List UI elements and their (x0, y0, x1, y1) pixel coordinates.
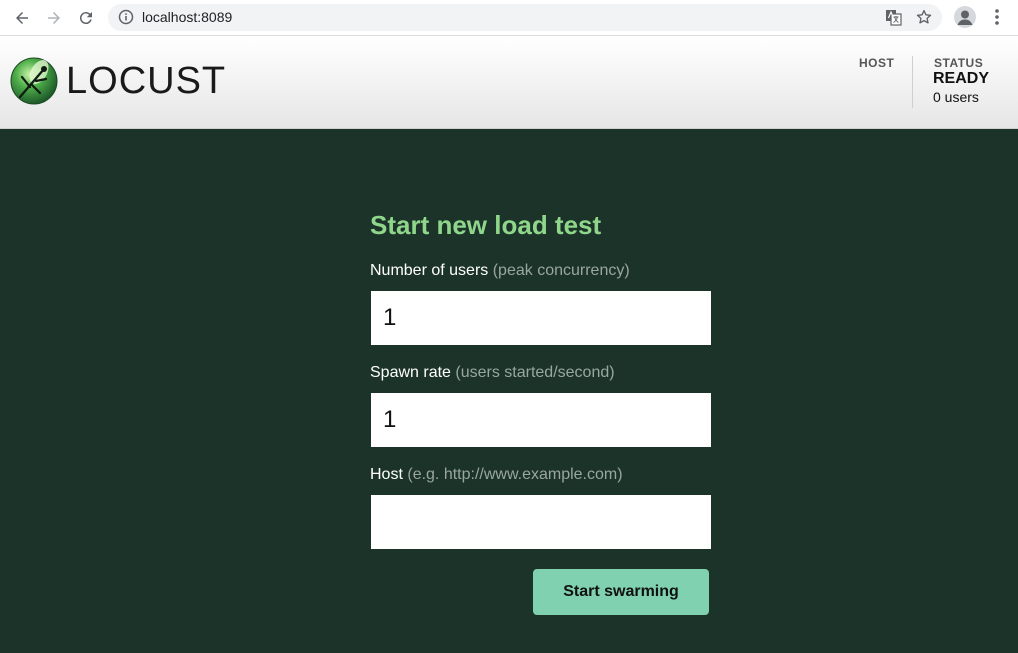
app-logo-text: LOCUST (66, 60, 227, 102)
menu-dots-icon[interactable] (988, 8, 1006, 28)
host-input[interactable] (371, 495, 711, 549)
host-label: HOST (859, 56, 895, 70)
host-label-text: Host (370, 466, 403, 483)
locust-logo-icon (10, 57, 58, 105)
start-swarming-button[interactable]: Start swarming (533, 569, 709, 615)
users-field-label: Number of users (peak concurrency) (370, 262, 630, 280)
spawn-rate-field-label: Spawn rate (users started/second) (370, 364, 615, 382)
users-label-hint: (peak concurrency) (492, 262, 630, 279)
bookmark-star-icon[interactable] (915, 8, 933, 26)
app-header: LOCUST HOST STATUS READY 0 users (0, 36, 1018, 129)
reload-icon[interactable] (74, 6, 98, 30)
status-label: STATUS (934, 56, 984, 70)
users-count: 0 users (933, 89, 979, 105)
translate-icon[interactable] (885, 9, 902, 26)
form-title: Start new load test (370, 210, 602, 240)
address-bar[interactable]: localhost:8089 (108, 4, 942, 31)
forward-icon[interactable] (42, 6, 66, 30)
host-field-label: Host (e.g. http://www.example.com) (370, 466, 623, 484)
host-label-hint: (e.g. http://www.example.com) (407, 466, 623, 483)
header-divider (912, 56, 913, 108)
users-input[interactable] (371, 291, 711, 345)
spawn-rate-input[interactable] (371, 393, 711, 447)
profile-avatar-icon[interactable] (954, 6, 976, 28)
users-label-text: Number of users (370, 262, 489, 279)
back-icon[interactable] (10, 6, 34, 30)
spawn-rate-label-hint: (users started/second) (455, 364, 615, 381)
status-value: READY (933, 70, 990, 87)
url-text[interactable]: localhost:8089 (142, 9, 232, 25)
info-icon[interactable] (118, 9, 134, 25)
browser-toolbar: localhost:8089 (0, 0, 1018, 36)
spawn-rate-label-text: Spawn rate (370, 364, 451, 381)
